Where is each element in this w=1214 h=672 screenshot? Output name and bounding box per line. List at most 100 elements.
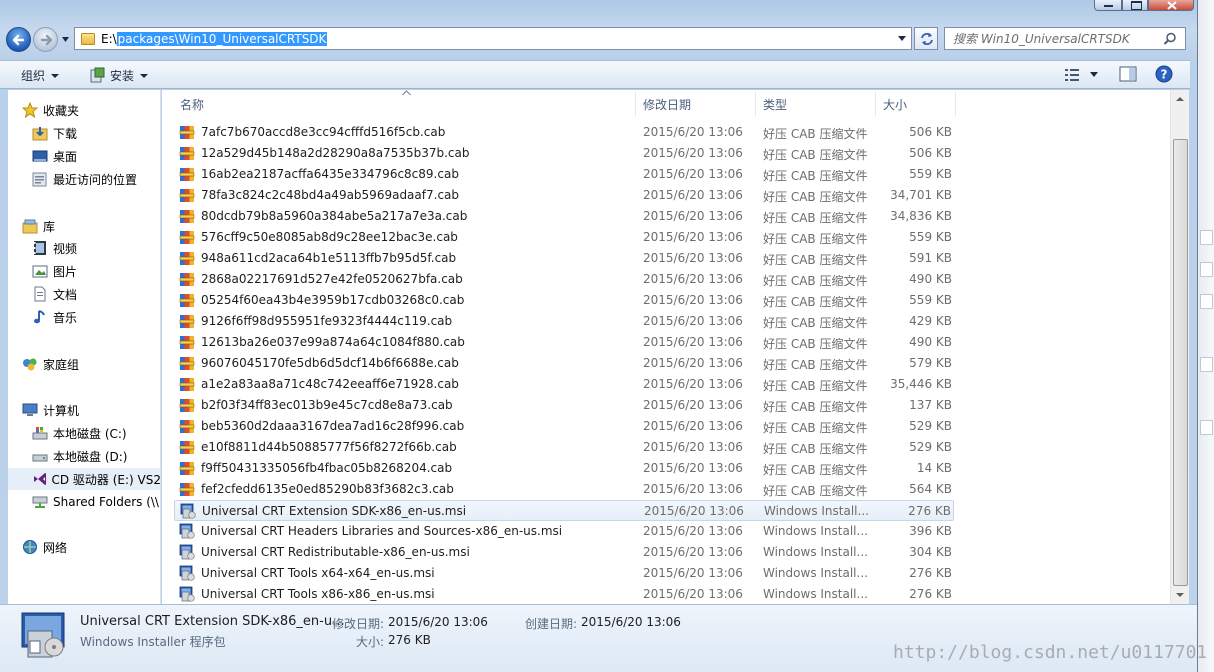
view-options-icon[interactable] <box>1064 68 1080 82</box>
nav-drive-e[interactable]: CD 驱动器 (E:) VS2 <box>8 468 161 490</box>
file-row[interactable]: fef2cfedd6135e0ed85290b83f3682c3.cab 2015… <box>174 479 954 500</box>
organize-menu[interactable]: 组织 <box>21 67 60 84</box>
file-row[interactable]: f9ff50431335056fb4fbac05b8268204.cab 2015… <box>174 458 954 479</box>
preview-pane-icon[interactable] <box>1119 66 1137 82</box>
nav-label: 库 <box>43 219 56 234</box>
scrollbar-thumb[interactable] <box>1173 139 1188 586</box>
nav-label: 音乐 <box>53 310 78 325</box>
file-row[interactable]: Universal CRT Tools x64-x64_en-us.msi 201… <box>174 563 954 584</box>
file-name: 05254f60ea43b4e3959b17cdb03268c0.cab <box>201 293 465 307</box>
nav-label: 图片 <box>53 264 78 279</box>
nav-label: Shared Folders (\\ <box>53 495 159 509</box>
nav-favorites[interactable]: 收藏夹 <box>22 99 79 121</box>
file-row[interactable]: Universal CRT Tools x86-x86_en-us.msi 201… <box>174 584 954 604</box>
nav-videos[interactable]: 视频 <box>32 237 77 259</box>
file-date: 2015/6/20 13:06 <box>643 146 743 160</box>
nav-drive-d[interactable]: 本地磁盘 (D:) <box>32 445 127 467</box>
column-header-name[interactable]: 名称 <box>162 92 636 116</box>
address-bar[interactable]: E:\ packages\Win10_UniversalCRTSDK <box>74 27 912 50</box>
nav-desktop[interactable]: 桌面 <box>32 145 77 167</box>
file-row[interactable]: 05254f60ea43b4e3959b17cdb03268c0.cab 2015… <box>174 290 954 311</box>
nav-recent[interactable]: 最近访问的位置 <box>32 168 137 190</box>
column-header-date[interactable]: 修改日期 <box>636 92 756 116</box>
music-note-icon <box>34 310 45 324</box>
file-row[interactable]: Universal CRT Extension SDK-x86_en-us.ms… <box>174 500 954 521</box>
search-box[interactable] <box>944 27 1186 50</box>
file-row[interactable]: 96076045170fe5db6d5dcf14b6f6688e.cab 2015… <box>174 353 954 374</box>
file-row[interactable]: 12613ba26e037e99a874a64c1084f880.cab 2015… <box>174 332 954 353</box>
file-row[interactable]: a1e2a83aa8a71c48c742eeaff6e71928.cab 2015… <box>174 374 954 395</box>
nav-network[interactable]: 网络 <box>22 536 67 558</box>
file-date: 2015/6/20 13:06 <box>643 524 743 538</box>
file-type: 好压 CAB 压缩文件 <box>763 337 868 351</box>
search-icon[interactable] <box>1163 32 1177 46</box>
close-icon <box>1167 1 1177 10</box>
msi-installer-icon <box>180 503 196 519</box>
minimize-button[interactable] <box>1094 0 1122 11</box>
file-row[interactable]: 948a611cd2aca64b1e5113ffb7b95d5f.cab 2015… <box>174 248 954 269</box>
file-row[interactable]: 78fa3c824c2c48bd4a49ab5969adaaf7.cab 2015… <box>174 185 954 206</box>
recent-pages-dropdown[interactable] <box>61 35 70 44</box>
back-button[interactable] <box>6 27 31 52</box>
file-row[interactable]: 7afc7b670accd8e3cc94cfffd516f5cb.cab 2015… <box>174 122 954 143</box>
file-type: 好压 CAB 压缩文件 <box>763 379 868 393</box>
nav-label: CD 驱动器 (E:) VS2 <box>51 472 161 487</box>
file-type: 好压 CAB 压缩文件 <box>763 148 868 162</box>
install-button[interactable]: 安装 <box>110 67 149 84</box>
maximize-button[interactable] <box>1122 0 1148 11</box>
search-input[interactable] <box>945 28 1145 49</box>
file-row[interactable]: e10f8811d44b50885777f56f8272f66b.cab 2015… <box>174 437 954 458</box>
cab-archive-icon <box>179 439 195 455</box>
file-date: 2015/6/20 13:06 <box>643 167 743 181</box>
file-row[interactable]: Universal CRT Headers Libraries and Sour… <box>174 521 954 542</box>
nav-libraries[interactable]: 库 <box>22 215 55 237</box>
nav-homegroup[interactable]: 家庭组 <box>22 353 79 375</box>
help-icon[interactable]: ? <box>1155 65 1173 83</box>
file-name: a1e2a83aa8a71c48c742eeaff6e71928.cab <box>201 377 459 391</box>
chevron-down-icon[interactable] <box>898 36 907 42</box>
nav-music[interactable]: 音乐 <box>32 306 77 328</box>
folder-icon <box>81 32 95 45</box>
file-row[interactable]: 9126f6ff98d955951fe9323f4444c119.cab 2015… <box>174 311 954 332</box>
nav-documents[interactable]: 文档 <box>32 283 77 305</box>
nav-shared-folders[interactable]: Shared Folders (\\ <box>32 491 159 513</box>
file-row[interactable]: 576cff9c50e8085ab8d9c28ee12bac3e.cab 2015… <box>174 227 954 248</box>
file-row[interactable]: Universal CRT Redistributable-x86_en-us.… <box>174 542 954 563</box>
nav-computer[interactable]: 计算机 <box>22 399 79 421</box>
msi-installer-icon <box>21 612 65 658</box>
close-button[interactable] <box>1148 0 1194 11</box>
file-type: 好压 CAB 压缩文件 <box>763 274 868 288</box>
file-row[interactable]: b2f03f34ff83ec013b9e45c7cd8e8a73.cab 2015… <box>174 395 954 416</box>
nav-downloads[interactable]: 下载 <box>32 122 77 144</box>
file-date: 2015/6/20 13:06 <box>643 566 743 580</box>
file-date: 2015/6/20 13:06 <box>643 125 743 139</box>
arrow-left-icon <box>12 34 25 46</box>
nav-pictures[interactable]: 图片 <box>32 260 77 282</box>
column-date-label: 修改日期 <box>643 97 692 112</box>
scroll-down-icon[interactable] <box>1176 593 1184 597</box>
chevron-down-icon[interactable] <box>1090 72 1099 78</box>
file-date: 2015/6/20 13:06 <box>643 461 743 475</box>
cab-archive-icon <box>179 124 195 140</box>
column-header-size[interactable]: 大小 <box>876 92 956 116</box>
refresh-button[interactable] <box>914 27 938 50</box>
address-selected-path[interactable]: packages\Win10_UniversalCRTSDK <box>116 31 328 46</box>
file-type: Windows Install... <box>764 504 869 518</box>
nav-label: 家庭组 <box>43 357 80 372</box>
nav-label: 最近访问的位置 <box>53 172 138 187</box>
nav-label: 收藏夹 <box>43 103 80 118</box>
vertical-scrollbar[interactable] <box>1170 90 1189 604</box>
file-row[interactable]: beb5360d2daaa3167dea7ad16c28f996.cab 2015… <box>174 416 954 437</box>
chevron-down-icon <box>140 73 149 78</box>
file-row[interactable]: 16ab2ea2187acffa6435e334796c8c89.cab 2015… <box>174 164 954 185</box>
file-date: 2015/6/20 13:06 <box>643 272 743 286</box>
file-row[interactable]: 2868a02217691d527e42fe0520627bfa.cab 2015… <box>174 269 954 290</box>
file-row[interactable]: 12a529d45b148a2d28290a8a7535b37b.cab 2015… <box>174 143 954 164</box>
file-row[interactable]: 80dcdb79b8a5960a384abe5a217a7e3a.cab 2015… <box>174 206 954 227</box>
forward-button[interactable] <box>33 27 58 52</box>
cab-archive-icon <box>179 460 195 476</box>
recent-places-icon <box>32 172 47 187</box>
scroll-up-icon[interactable] <box>1176 97 1184 101</box>
nav-drive-c[interactable]: 本地磁盘 (C:) <box>32 422 127 444</box>
column-header-type[interactable]: 类型 <box>756 92 876 116</box>
